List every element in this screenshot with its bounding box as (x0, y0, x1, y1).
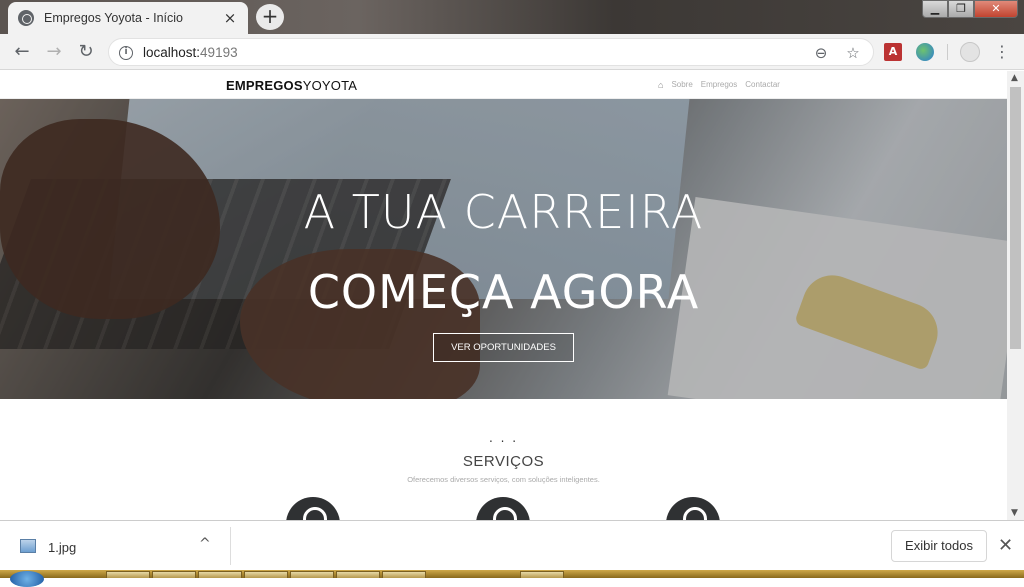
services-title: SERVIÇOS (462, 453, 545, 470)
site-nav-links: ⌂ Sobre Empregos Contactar (658, 80, 780, 90)
os-taskbar (0, 570, 1024, 587)
pdf-extension-icon[interactable]: A (884, 43, 902, 61)
services-section: . . . SERVIÇOS Oferecemos diversos servi… (0, 399, 1007, 520)
url-text[interactable]: localhost:49193 (143, 45, 238, 60)
address-bar[interactable]: i localhost:49193 ⊖ ☆ (108, 38, 874, 66)
nav-link-empregos[interactable]: Empregos (701, 80, 737, 90)
taskbar-item[interactable] (198, 571, 242, 578)
tab-title: Empregos Yoyota - Início (44, 11, 183, 25)
new-tab-button[interactable]: + (256, 4, 284, 30)
globe-icon (18, 10, 34, 26)
chevron-up-icon[interactable]: ^ (199, 536, 211, 552)
tab-close-icon[interactable]: × (222, 9, 238, 27)
browser-toolbar: ← → ↻ i localhost:49193 ⊖ ☆ A ⋮ (0, 34, 1024, 70)
site-brand[interactable]: EMPREGOSYOYOTA (226, 78, 357, 93)
taskbar-item[interactable] (290, 571, 334, 578)
taskbar-item[interactable] (106, 571, 150, 578)
service-rss-icon (666, 497, 720, 520)
scroll-thumb[interactable] (1010, 87, 1021, 349)
reload-button[interactable]: ↻ (75, 41, 97, 63)
site-navbar: EMPREGOSYOYOTA ⌂ Sobre Empregos Contacta… (0, 71, 1007, 99)
taskbar-item[interactable] (244, 571, 288, 578)
browser-tab[interactable]: Empregos Yoyota - Início × (8, 2, 248, 34)
download-divider (230, 527, 231, 565)
taskbar-item[interactable] (382, 571, 426, 578)
download-bar: 1.jpg ^ Exibir todos ✕ (0, 520, 1024, 570)
bookmark-star-icon[interactable]: ☆ (843, 43, 863, 63)
show-all-downloads-button[interactable]: Exibir todos (891, 530, 987, 562)
forward-button[interactable]: → (43, 41, 65, 63)
tab-strip: Empregos Yoyota - Início × + ▁ ❐ ✕ (0, 0, 1024, 34)
window-controls: ▁ ❐ ✕ (922, 0, 1018, 18)
see-opportunities-button[interactable]: VER OPORTUNIDADES (433, 333, 574, 362)
hero-banner: A TUA CARREIRA COMEÇA AGORA VER OPORTUNI… (0, 99, 1007, 399)
brand-bold: EMPREGOS (226, 78, 303, 93)
home-icon[interactable]: ⌂ (658, 80, 663, 90)
service-gear-icon (286, 497, 340, 520)
hero-heading-line2: COMEÇA AGORA (307, 265, 700, 319)
section-dots: . . . (488, 431, 519, 445)
maximize-button[interactable]: ❐ (948, 0, 974, 18)
start-button[interactable] (10, 571, 44, 587)
taskbar-item[interactable] (152, 571, 196, 578)
download-file-name[interactable]: 1.jpg (48, 540, 76, 555)
hero-heading-line1: A TUA CARREIRA (303, 185, 704, 239)
image-file-icon (20, 539, 36, 553)
nav-link-contactar[interactable]: Contactar (745, 80, 780, 90)
close-window-button[interactable]: ✕ (974, 0, 1018, 18)
brand-light: YOYOTA (302, 78, 358, 93)
back-button[interactable]: ← (11, 41, 33, 63)
service-search-icon (476, 497, 530, 520)
close-download-bar-icon[interactable]: ✕ (998, 535, 1013, 556)
nav-link-sobre[interactable]: Sobre (671, 80, 692, 90)
browser-menu-icon[interactable]: ⋮ (994, 41, 1010, 63)
taskbar-item[interactable] (336, 571, 380, 578)
taskbar-item[interactable] (520, 571, 564, 578)
info-icon[interactable]: i (119, 46, 133, 60)
zoom-icon[interactable]: ⊖ (811, 43, 831, 63)
scroll-down-arrow-icon[interactable]: ▼ (1011, 508, 1018, 518)
page-scrollbar[interactable]: ▲ ▼ (1007, 71, 1024, 520)
page-viewport: EMPREGOSYOYOTA ⌂ Sobre Empregos Contacta… (0, 71, 1007, 520)
toolbar-divider (947, 44, 948, 60)
globe-extension-icon[interactable] (916, 43, 934, 61)
minimize-button[interactable]: ▁ (922, 0, 948, 18)
profile-avatar-icon[interactable] (960, 42, 980, 62)
scroll-up-arrow-icon[interactable]: ▲ (1011, 73, 1018, 83)
url-port: 49193 (200, 45, 238, 60)
url-host: localhost: (143, 45, 201, 60)
services-subtitle: Oferecemos diversos serviços, com soluçõ… (407, 475, 600, 484)
